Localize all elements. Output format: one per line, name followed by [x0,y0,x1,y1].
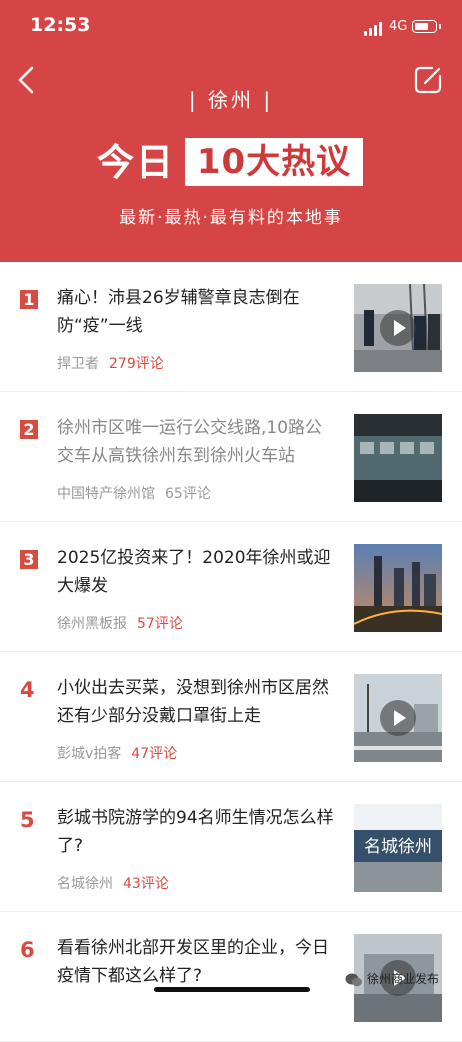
news-title[interactable]: 小伙出去买菜，没想到徐州市区居然还有少部分没戴口罩街上走 [57,674,335,730]
status-time: 12:53 [30,14,91,36]
status-bar: 12:53 4G [0,0,462,52]
wechat-icon [345,972,363,988]
news-meta: 彭城v拍客 47评论 [57,743,177,763]
network-label: 4G [389,19,408,34]
news-thumbnail[interactable] [354,674,442,762]
news-item-3[interactable]: 3 2025亿投资来了！2020年徐州或迎大爆发 徐州黑板报 57评论 [0,522,462,652]
news-source: 捍卫者 [57,356,99,372]
news-list: 1 痛心！沛县26岁辅警章良志倒在防“疫”一线 捍卫者 279评论 2 徐州市区唯… [0,262,462,1042]
news-item-1[interactable]: 1 痛心！沛县26岁辅警章良志倒在防“疫”一线 捍卫者 279评论 [0,262,462,392]
news-meta: 名城徐州 43评论 [57,873,169,893]
battery-level [415,23,428,30]
battery-icon [412,20,437,33]
comment-count: 57评论 [137,616,183,632]
rank-number: 4 [20,678,35,702]
news-source: 名城徐州 [57,876,113,892]
news-thumbnail[interactable] [354,414,442,502]
battery-tip [439,24,441,29]
rank-badge: 2 [20,420,38,439]
comment-count: 65评论 [165,486,211,502]
news-source: 中国特产徐州馆 [57,486,155,502]
news-title[interactable]: 2025亿投资来了！2020年徐州或迎大爆发 [57,544,335,600]
news-meta: 中国特产徐州馆 65评论 [57,483,211,503]
title-box: 10大热议 [185,138,363,186]
signal-icon [364,22,384,36]
city-label: | 徐州 | [188,88,274,112]
news-thumbnail[interactable]: 名城徐州 [354,804,442,892]
subtitle: 最新·最热·最有料的本地事 [119,208,343,228]
play-icon[interactable] [380,310,416,346]
watermark-text: 徐州商业发布 [367,972,440,986]
play-icon[interactable] [380,700,416,736]
news-item-2[interactable]: 2 徐州市区唯一运行公交线路,10路公交车从高铁徐州东到徐州火车站 中国特产徐州… [0,392,462,522]
comment-count: 47评论 [131,746,178,762]
news-meta: 徐州黑板报 57评论 [57,613,183,633]
news-meta: 捍卫者 279评论 [57,353,164,373]
home-indicator[interactable] [154,987,310,992]
comment-count: 43评论 [123,876,169,892]
watermark: 徐州商业发布 [345,970,439,992]
news-item-5[interactable]: 5 彭城书院游学的94名师生情况怎么样了? 名城徐州 43评论 名城徐州 [0,782,462,912]
page-title: 今日 10大热议 [97,137,367,189]
rank-number: 6 [20,938,35,962]
news-item-4[interactable]: 4 小伙出去买菜，没想到徐州市区居然还有少部分没戴口罩街上走 彭城v拍客 47评论 [0,652,462,782]
comment-count: 279评论 [109,356,164,372]
news-thumbnail[interactable] [354,284,442,372]
rank-badge: 1 [20,290,38,309]
news-thumbnail[interactable] [354,544,442,632]
news-title[interactable]: 彭城书院游学的94名师生情况怎么样了? [57,804,335,860]
header-banner: 12:53 4G | 徐州 | 今日 10大热议 最新·最热·最有料的本地事 [0,0,462,262]
news-title[interactable]: 徐州市区唯一运行公交线路,10路公交车从高铁徐州东到徐州火车站 [57,414,335,470]
news-source: 徐州黑板报 [57,616,127,632]
news-title[interactable]: 看看徐州北部开发区里的企业，今日疫情下都这么样了? [57,934,335,990]
rank-badge: 3 [20,550,38,569]
news-title[interactable]: 痛心！沛县26岁辅警章良志倒在防“疫”一线 [57,284,335,340]
news-source: 彭城v拍客 [57,746,122,762]
rank-number: 5 [20,808,35,832]
thumbnail-sign-text: 名城徐州 [364,837,432,857]
title-prefix: 今日 [97,141,175,184]
